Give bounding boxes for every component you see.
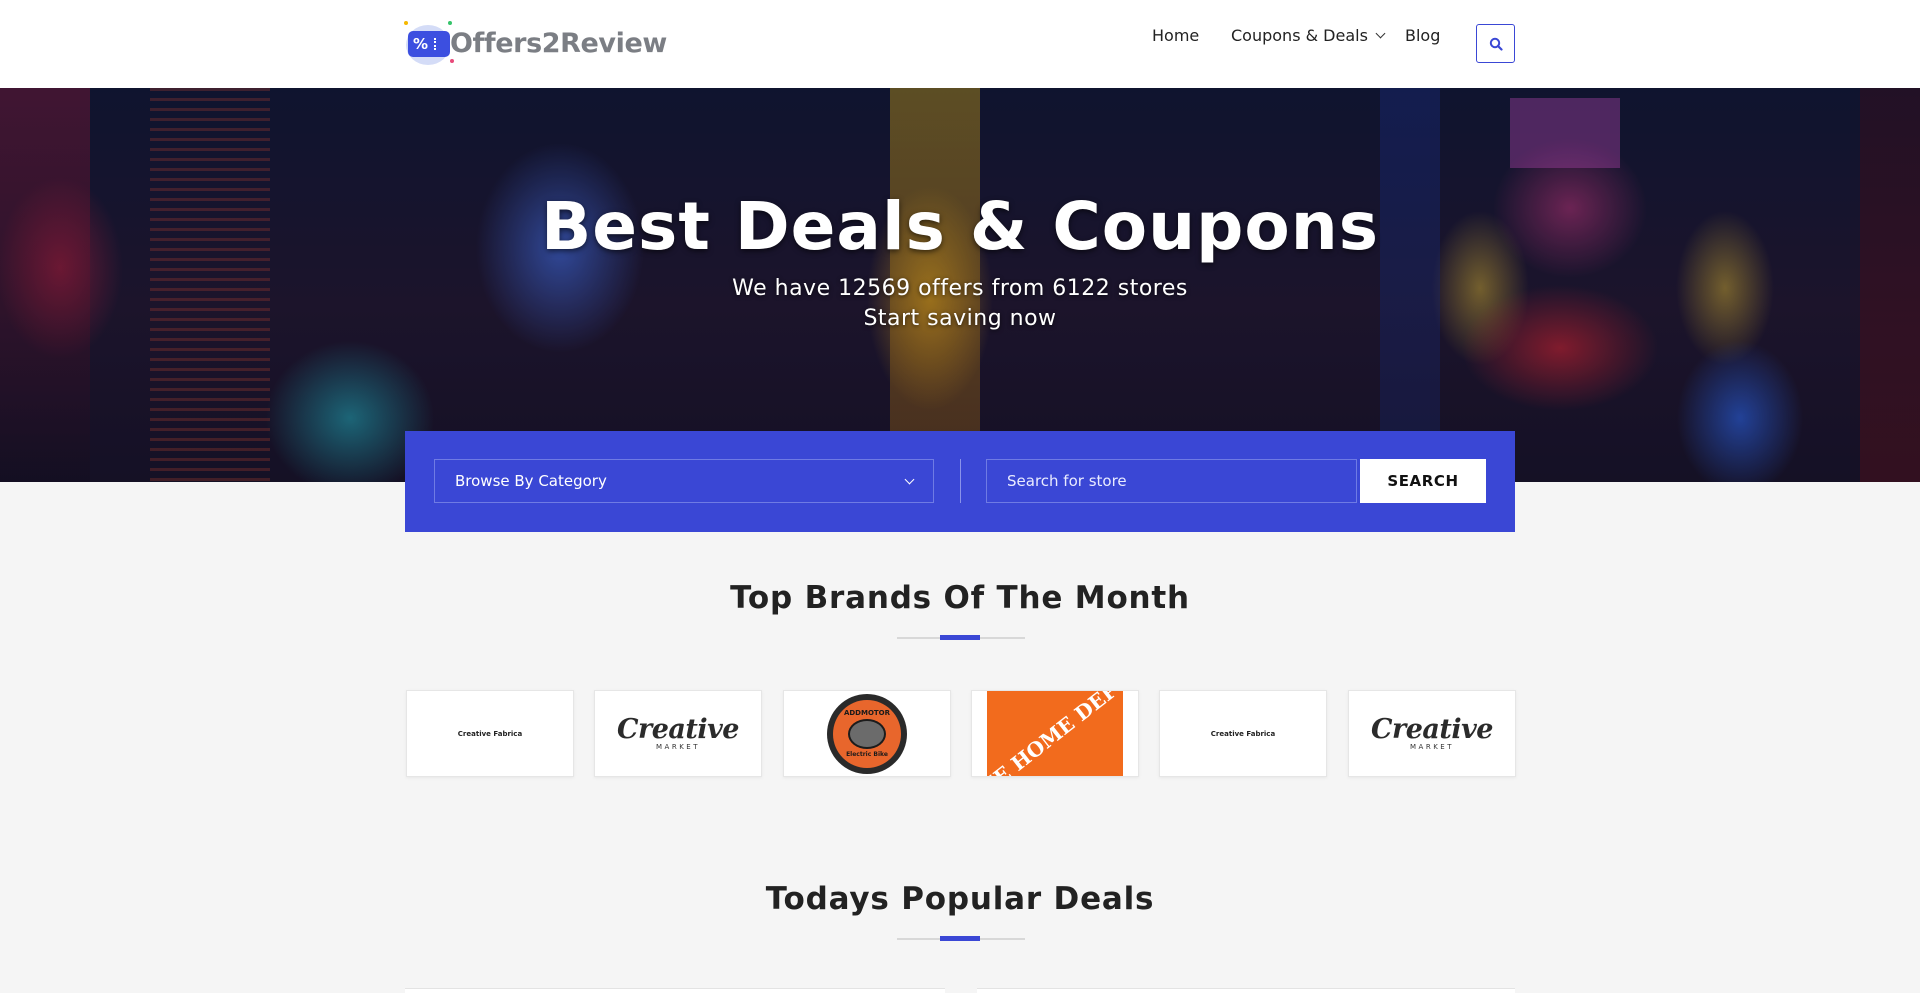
search-divider bbox=[960, 459, 961, 503]
deal-card[interactable] bbox=[405, 988, 945, 993]
site-header: % Offers2Review Home Coupons & Deals Blo… bbox=[0, 0, 1920, 88]
creative-fabrica-logo: Creative Fabrica bbox=[1210, 729, 1276, 738]
top-brands-title: Top Brands Of The Month bbox=[730, 580, 1190, 616]
nav-coupons-label: Coupons & Deals bbox=[1231, 26, 1368, 45]
home-depot-logo: THE HOME DEPOT bbox=[987, 691, 1123, 776]
hero-subtitle: We have 12569 offers from 6122 stores bbox=[732, 276, 1188, 301]
store-search-input[interactable] bbox=[986, 459, 1357, 503]
header-search-button[interactable] bbox=[1476, 24, 1515, 63]
chevron-down-icon bbox=[904, 474, 915, 485]
brand-card-creative-market[interactable]: Creative MARKET bbox=[1348, 690, 1516, 777]
store-search-panel: Browse By Category SEARCH bbox=[405, 431, 1515, 532]
search-submit-button[interactable]: SEARCH bbox=[1360, 459, 1486, 503]
bicycle-icon bbox=[848, 719, 886, 749]
popular-deals-title: Todays Popular Deals bbox=[765, 881, 1155, 917]
brand-card-creative-fabrica[interactable]: Creative Fabrica bbox=[1159, 690, 1327, 777]
brand-card-creative-market[interactable]: Creative MARKET bbox=[594, 690, 762, 777]
search-icon bbox=[1489, 37, 1503, 51]
section-underline bbox=[897, 936, 1025, 941]
addmotor-logo: ADDMOTOR Electric Bike bbox=[827, 693, 907, 774]
nav-home[interactable]: Home bbox=[1152, 26, 1199, 45]
hero-title: Best Deals & Coupons bbox=[540, 188, 1379, 265]
nav-coupons-deals[interactable]: Coupons & Deals bbox=[1231, 26, 1386, 45]
logo-text: Offers2Review bbox=[450, 27, 667, 59]
nav-blog[interactable]: Blog bbox=[1405, 26, 1440, 45]
brand-card-addmotor[interactable]: ADDMOTOR Electric Bike bbox=[783, 690, 951, 777]
brand-card-home-depot[interactable]: THE HOME DEPOT bbox=[971, 690, 1139, 777]
section-underline bbox=[897, 635, 1025, 640]
brand-card-creative-fabrica[interactable]: Creative Fabrica bbox=[406, 690, 574, 777]
coupon-logo-icon: % bbox=[404, 19, 454, 67]
creative-fabrica-logo: Creative Fabrica bbox=[457, 729, 523, 738]
creative-market-logo: Creative MARKET bbox=[617, 714, 739, 751]
hero-banner: Best Deals & Coupons We have 12569 offer… bbox=[0, 88, 1920, 482]
category-dropdown[interactable]: Browse By Category bbox=[434, 459, 934, 503]
category-dropdown-label: Browse By Category bbox=[455, 472, 607, 490]
creative-market-logo: Creative MARKET bbox=[1371, 714, 1493, 751]
hero-tagline: Start saving now bbox=[863, 306, 1057, 331]
deal-card[interactable] bbox=[977, 988, 1515, 993]
site-logo[interactable]: % Offers2Review bbox=[404, 19, 667, 67]
chevron-down-icon bbox=[1375, 28, 1386, 38]
